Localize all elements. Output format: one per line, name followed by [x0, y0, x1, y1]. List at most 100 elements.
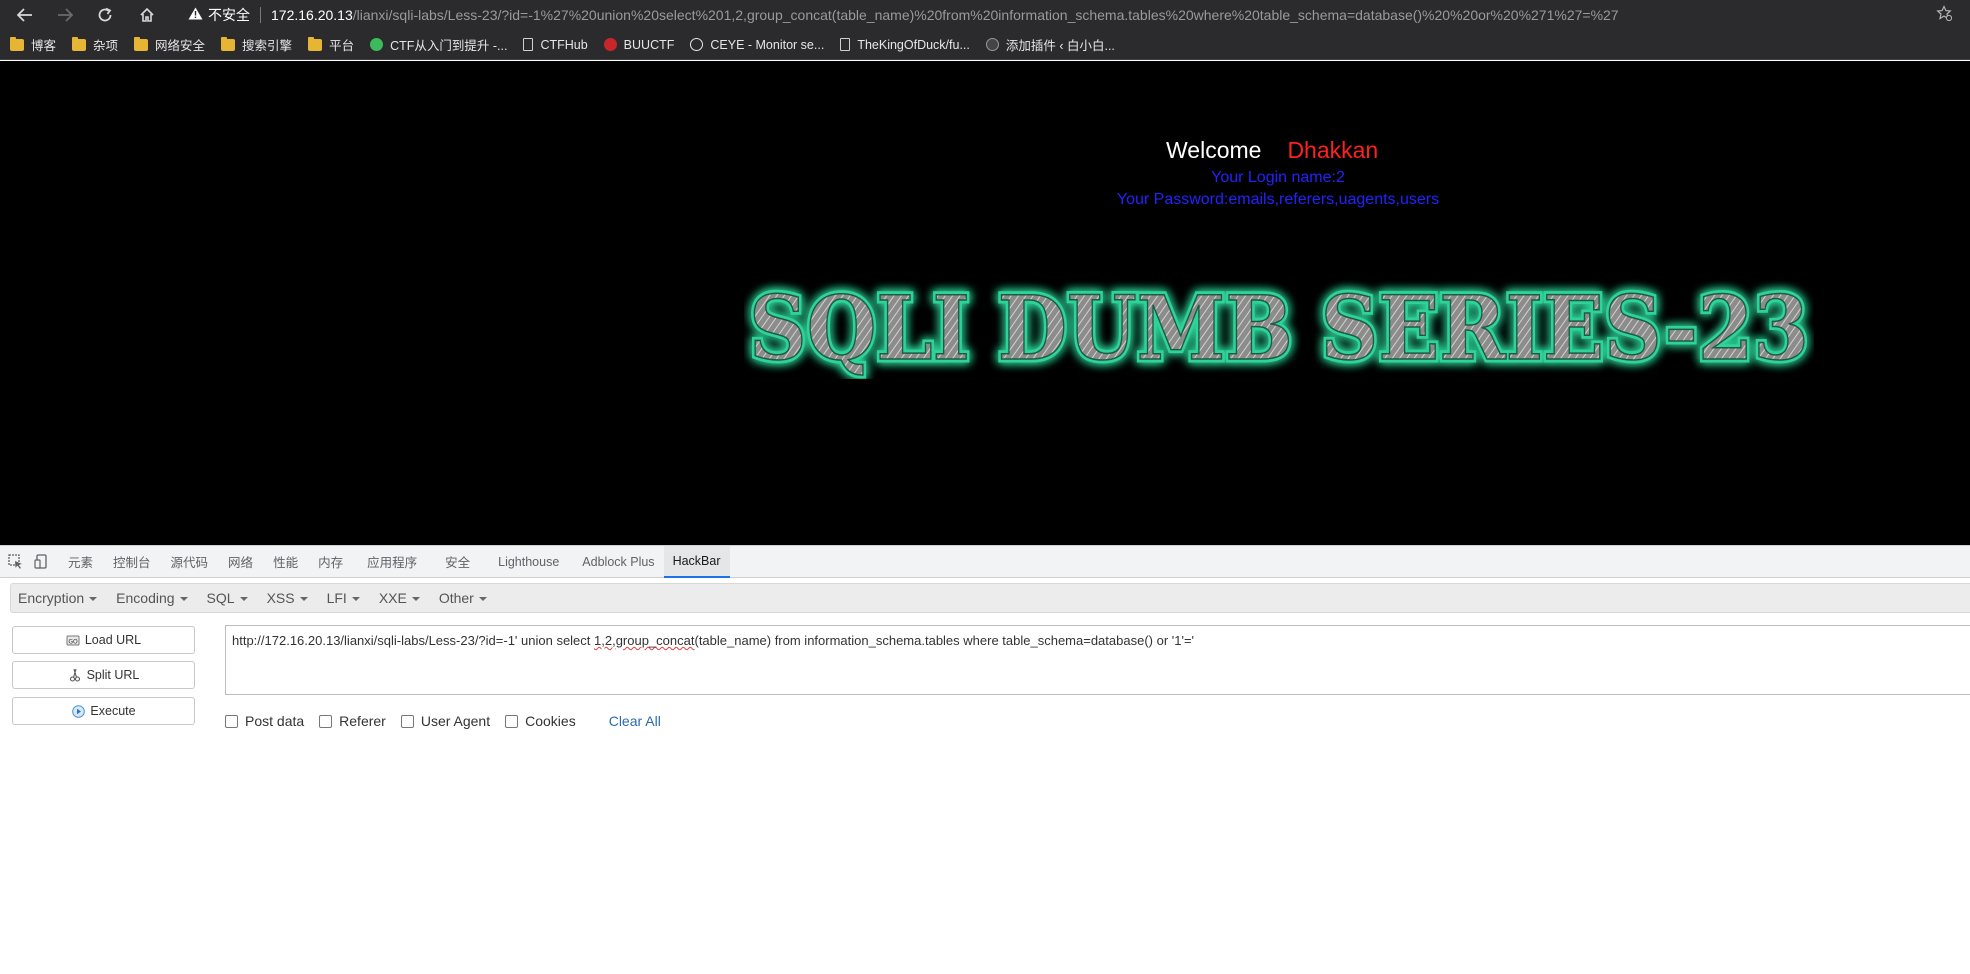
bookmark-label: 博客: [31, 39, 57, 53]
menu-other[interactable]: Other: [439, 590, 487, 606]
bookmark-label: BUUCTF: [623, 37, 675, 52]
load-url-button[interactable]: GO Load URL: [12, 626, 195, 654]
load-url-label: Load URL: [84, 633, 142, 647]
welcome-text: Welcome: [1166, 137, 1262, 163]
login-name-text: Your Login name:2: [1211, 169, 1345, 186]
bookmark-item[interactable]: CEYE - Monitor se...: [690, 38, 824, 52]
folder-icon: [308, 36, 323, 51]
folder-icon: [72, 36, 87, 51]
back-icon[interactable]: [10, 0, 40, 30]
user-agent-option[interactable]: User Agent: [400, 713, 490, 729]
address-bar[interactable]: 不安全 172.16.20.13 /lianxi/sqli-labs/Less-…: [188, 2, 1958, 28]
bookmark-item[interactable]: CTFHub: [523, 37, 588, 52]
browser-toolbar: 不安全 172.16.20.13 /lianxi/sqli-labs/Less-…: [0, 0, 1970, 30]
url-textarea[interactable]: http://172.16.20.13/lianxi/sqli-labs/Les…: [225, 625, 1970, 695]
security-label[interactable]: 不安全: [208, 5, 250, 25]
github-icon: [370, 38, 384, 51]
bookmark-label: 搜索引擎: [242, 39, 293, 53]
url-host: 172.16.20.13: [271, 7, 353, 23]
bookmark-item[interactable]: 网络安全: [134, 35, 205, 54]
menu-xxe[interactable]: XXE: [379, 590, 420, 606]
inspect-element-icon[interactable]: [4, 551, 26, 573]
page-icon: [523, 38, 534, 51]
post-data-checkbox[interactable]: [225, 714, 238, 728]
menu-encoding[interactable]: Encoding: [116, 590, 188, 606]
execute-button[interactable]: Execute: [12, 697, 195, 725]
bookmark-label: CTFHub: [540, 37, 588, 52]
bookmark-item[interactable]: CTF从入门到提升 -...: [370, 35, 507, 54]
caret-down-icon: [89, 597, 98, 602]
bookmark-label: CTF从入门到提升 -...: [390, 39, 508, 53]
url-text-prefix: http://172.16.20.13/lianxi/sqli-labs/Les…: [232, 633, 595, 648]
referer-checkbox[interactable]: [319, 714, 333, 728]
execute-label: Execute: [90, 704, 136, 718]
tab-memory[interactable]: 内存: [308, 546, 353, 578]
reload-icon[interactable]: [90, 0, 120, 30]
tab-lighthouse[interactable]: Lighthouse: [484, 546, 573, 578]
load-url-icon: GO: [66, 633, 80, 647]
bookmark-item[interactable]: 杂项: [72, 35, 118, 54]
warning-icon: [188, 7, 203, 23]
svg-text:GO: GO: [68, 639, 78, 646]
split-url-button[interactable]: Split URL: [12, 661, 195, 689]
menu-label: Encoding: [116, 590, 175, 606]
home-icon[interactable]: [132, 0, 162, 30]
bookmark-item[interactable]: 添加插件 ‹ 白小白...: [985, 35, 1115, 54]
bookmark-star-icon[interactable]: [1936, 5, 1953, 26]
clear-all-link[interactable]: Clear All: [609, 713, 661, 729]
forward-icon[interactable]: [50, 0, 80, 30]
folder-icon: [221, 36, 236, 51]
tab-security[interactable]: 安全: [431, 546, 484, 578]
menu-label: XSS: [266, 590, 295, 606]
bookmark-label: 杂项: [93, 39, 119, 53]
tab-network[interactable]: 网络: [218, 546, 263, 578]
cookies-option[interactable]: Cookies: [505, 713, 576, 729]
hackbar-menubar: Encryption Encoding SQL XSS LFI XXE Othe…: [10, 583, 1970, 613]
hackbar-menu-area: Encryption Encoding SQL XSS LFI XXE Othe…: [0, 579, 1970, 621]
tab-hackbar[interactable]: HackBar: [663, 545, 730, 578]
post-data-option[interactable]: Post data: [225, 713, 304, 729]
bookmarks-bar: 博客 杂项 网络安全 搜索引擎 平台 CTF从入门到提升 -... CTFHub…: [0, 30, 1970, 60]
cookies-checkbox[interactable]: [505, 714, 519, 728]
caret-down-icon: [411, 597, 420, 602]
folder-icon: [134, 36, 149, 51]
url-separator: [260, 7, 261, 23]
url-text-misspelled: 1,2,group_concat: [594, 633, 695, 648]
url-path: /lianxi/sqli-labs/Less-23/?id=-1%27%20un…: [352, 7, 1619, 23]
caret-down-icon: [179, 597, 188, 602]
buuctf-icon: [603, 38, 617, 51]
tab-performance[interactable]: 性能: [263, 546, 308, 578]
menu-lfi[interactable]: LFI: [327, 590, 360, 606]
caret-down-icon: [299, 597, 308, 602]
bookmark-item[interactable]: 博客: [10, 35, 56, 54]
bookmark-item[interactable]: 搜索引擎: [221, 35, 292, 54]
wordpress-icon: [985, 38, 999, 51]
url-text-suffix: (table_name) from information_schema.tab…: [694, 633, 1195, 648]
bookmark-label: 网络安全: [155, 39, 206, 53]
folder-icon: [10, 36, 24, 51]
tab-console[interactable]: 控制台: [103, 546, 161, 578]
hackbar-options: Post data Referer User Agent Cookies Cle…: [225, 713, 661, 729]
caret-down-icon: [239, 597, 248, 602]
referer-option[interactable]: Referer: [319, 713, 386, 729]
device-toolbar-icon[interactable]: [30, 551, 52, 573]
menu-label: LFI: [326, 590, 347, 606]
bookmark-item[interactable]: TheKingOfDuck/fu...: [840, 38, 970, 52]
menu-sql[interactable]: SQL: [207, 590, 248, 606]
bookmark-item[interactable]: BUUCTF: [603, 37, 675, 52]
ceye-icon: [690, 38, 704, 51]
tab-application[interactable]: 应用程序: [353, 546, 431, 578]
menu-encryption[interactable]: Encryption: [18, 590, 98, 606]
menu-xss[interactable]: XSS: [267, 590, 308, 606]
scissors-icon: [68, 668, 82, 682]
page-icon: [840, 38, 851, 51]
menu-label: SQL: [206, 590, 235, 606]
bookmark-item[interactable]: 平台: [308, 35, 354, 54]
option-label: Post data: [245, 713, 305, 729]
tab-elements[interactable]: 元素: [58, 546, 103, 578]
play-icon: [71, 704, 85, 718]
tab-adblock-plus[interactable]: Adblock Plus: [573, 546, 663, 578]
tab-sources[interactable]: 源代码: [161, 546, 219, 578]
user-agent-checkbox[interactable]: [400, 714, 414, 728]
caret-down-icon: [478, 597, 487, 602]
